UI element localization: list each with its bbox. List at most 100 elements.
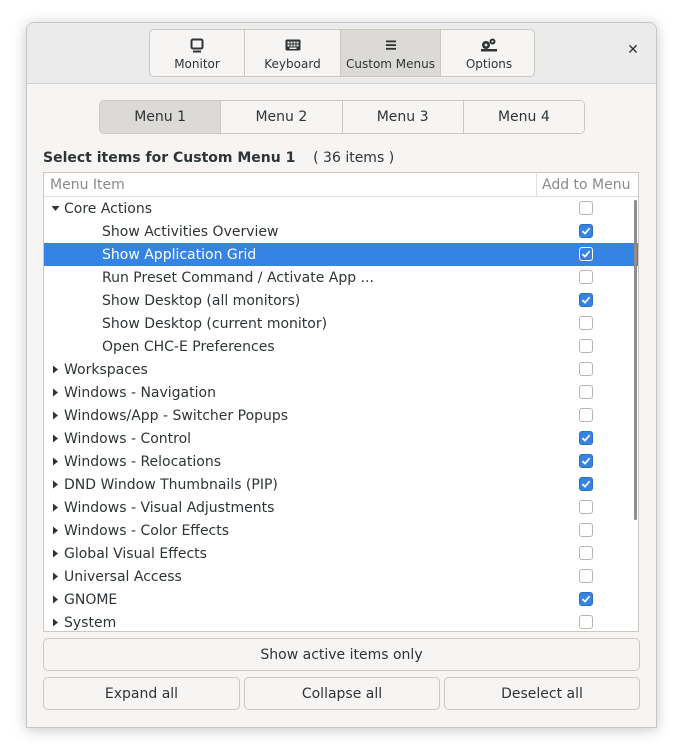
tab-custom-menus[interactable]: Custom Menus [341, 30, 441, 76]
expander-collapsed-icon[interactable] [46, 480, 64, 489]
expander-collapsed-icon[interactable] [46, 618, 64, 627]
add-to-menu-checkbox[interactable] [579, 615, 593, 629]
tree-row-label: Show Desktop (all monitors) [102, 292, 301, 309]
menu-tab-4[interactable]: Menu 4 [463, 101, 584, 133]
checkmark-icon [581, 250, 591, 258]
tree-row-label: Windows - Visual Adjustments [64, 499, 275, 516]
checkmark-icon [581, 595, 591, 603]
tree-row-category[interactable]: Global Visual Effects [44, 542, 638, 565]
column-header-menu-item[interactable]: Menu Item [44, 177, 536, 193]
add-to-menu-checkbox[interactable] [579, 316, 593, 330]
add-to-menu-checkbox[interactable] [579, 592, 593, 606]
add-to-menu-checkbox[interactable] [579, 454, 593, 468]
collapse-all-button[interactable]: Collapse all [244, 677, 440, 710]
expander-expanded-icon[interactable] [46, 204, 64, 213]
expander-collapsed-icon[interactable] [46, 572, 64, 581]
expander-collapsed-icon[interactable] [46, 365, 64, 374]
tab-monitor-label: Monitor [174, 57, 220, 71]
add-to-menu-checkbox[interactable] [579, 500, 593, 514]
tab-monitor[interactable]: Monitor [150, 30, 245, 76]
tree-row-label: Workspaces [64, 361, 148, 378]
tree-row-category[interactable]: DND Window Thumbnails (PIP) [44, 473, 638, 496]
add-to-menu-checkbox[interactable] [579, 247, 593, 261]
tree-row-label: DND Window Thumbnails (PIP) [64, 476, 278, 493]
tree-row-label: Windows - Control [64, 430, 192, 447]
section-heading: Select items for Custom Menu 1 ( 36 item… [43, 150, 394, 166]
add-to-menu-checkbox[interactable] [579, 293, 593, 307]
tree-row-label: System [64, 614, 117, 631]
tree-row-category[interactable]: Windows - Visual Adjustments [44, 496, 638, 519]
add-to-menu-checkbox[interactable] [579, 201, 593, 215]
checkmark-icon [581, 434, 591, 442]
tab-custom-menus-label: Custom Menus [346, 57, 435, 71]
expander-collapsed-icon[interactable] [46, 457, 64, 466]
tree-row-label: Universal Access [64, 568, 182, 585]
tree-row-category[interactable]: Windows - Relocations [44, 450, 638, 473]
checkmark-icon [581, 480, 591, 488]
tree-row-label: Show Activities Overview [102, 223, 279, 240]
tab-options-label: Options [465, 57, 513, 71]
tree-row-category[interactable]: Windows - Navigation [44, 381, 638, 404]
expander-collapsed-icon[interactable] [46, 411, 64, 420]
add-to-menu-checkbox[interactable] [579, 270, 593, 284]
checkmark-icon [581, 296, 591, 304]
tab-keyboard[interactable]: Keyboard [245, 30, 341, 76]
close-button[interactable]: ✕ [623, 40, 643, 60]
tree-row-label: Open CHC-E Preferences [102, 338, 275, 355]
expander-collapsed-icon[interactable] [46, 388, 64, 397]
tree-row-child[interactable]: Show Desktop (current monitor) [44, 312, 638, 335]
deselect-all-button[interactable]: Deselect all [444, 677, 640, 710]
tab-options[interactable]: Options [441, 30, 534, 76]
section-title: Select items for Custom Menu 1 [43, 150, 296, 166]
add-to-menu-checkbox[interactable] [579, 523, 593, 537]
tree-row-category[interactable]: Workspaces [44, 358, 638, 381]
tree-row-category[interactable]: Universal Access [44, 565, 638, 588]
tree-row-label: GNOME [64, 591, 118, 608]
menu-tab-3[interactable]: Menu 3 [342, 101, 464, 133]
tree-scrollbar[interactable] [634, 200, 637, 520]
tree-row-label: Windows - Navigation [64, 384, 216, 401]
tree-row-label: Windows/App - Switcher Popups [64, 407, 289, 424]
add-to-menu-checkbox[interactable] [579, 569, 593, 583]
add-to-menu-checkbox[interactable] [579, 546, 593, 560]
tree-row-label: Windows - Color Effects [64, 522, 230, 539]
expand-all-button[interactable]: Expand all [43, 677, 240, 710]
tree-row-child[interactable]: Show Activities Overview [44, 220, 638, 243]
expander-collapsed-icon[interactable] [46, 434, 64, 443]
tree-row-label: Show Application Grid [102, 246, 257, 263]
tree-row-category[interactable]: Windows - Control [44, 427, 638, 450]
checkmark-icon [581, 227, 591, 235]
expander-collapsed-icon[interactable] [46, 549, 64, 558]
menu-tab-1[interactable]: Menu 1 [100, 101, 222, 133]
options-icon [480, 35, 498, 55]
menu-icon [385, 35, 397, 55]
add-to-menu-checkbox[interactable] [579, 362, 593, 376]
monitor-icon [190, 35, 204, 55]
add-to-menu-checkbox[interactable] [579, 339, 593, 353]
expander-collapsed-icon[interactable] [46, 526, 64, 535]
add-to-menu-checkbox[interactable] [579, 408, 593, 422]
add-to-menu-checkbox[interactable] [579, 477, 593, 491]
column-header-add-to-menu[interactable]: Add to Menu [536, 173, 638, 196]
tree-row-child[interactable]: Run Preset Command / Activate App ... [44, 266, 638, 289]
tree-row-category[interactable]: Windows/App - Switcher Popups [44, 404, 638, 427]
expander-collapsed-icon[interactable] [46, 503, 64, 512]
tree-row-category[interactable]: System [44, 611, 638, 631]
add-to-menu-checkbox[interactable] [579, 385, 593, 399]
menu-tab-2[interactable]: Menu 2 [221, 101, 343, 133]
tree-row-child[interactable]: Show Desktop (all monitors) [44, 289, 638, 312]
tree-row-label: Core Actions [64, 200, 152, 217]
header-bar: Monitor Keyboard Custom Menus Options ✕ [27, 23, 656, 84]
tree-row-child[interactable]: Show Application Grid [44, 243, 638, 266]
tree-row-category[interactable]: Windows - Color Effects [44, 519, 638, 542]
show-active-button[interactable]: Show active items only [43, 638, 640, 671]
menu-items-tree: Menu Item Add to Menu Core Actions Show A… [43, 172, 639, 632]
expander-collapsed-icon[interactable] [46, 595, 64, 604]
add-to-menu-checkbox[interactable] [579, 224, 593, 238]
add-to-menu-checkbox[interactable] [579, 431, 593, 445]
item-count: ( 36 items ) [313, 150, 395, 166]
tree-row-child[interactable]: Open CHC-E Preferences [44, 335, 638, 358]
tree-row-category[interactable]: GNOME [44, 588, 638, 611]
tab-keyboard-label: Keyboard [264, 57, 321, 71]
tree-row-category[interactable]: Core Actions [44, 197, 638, 220]
